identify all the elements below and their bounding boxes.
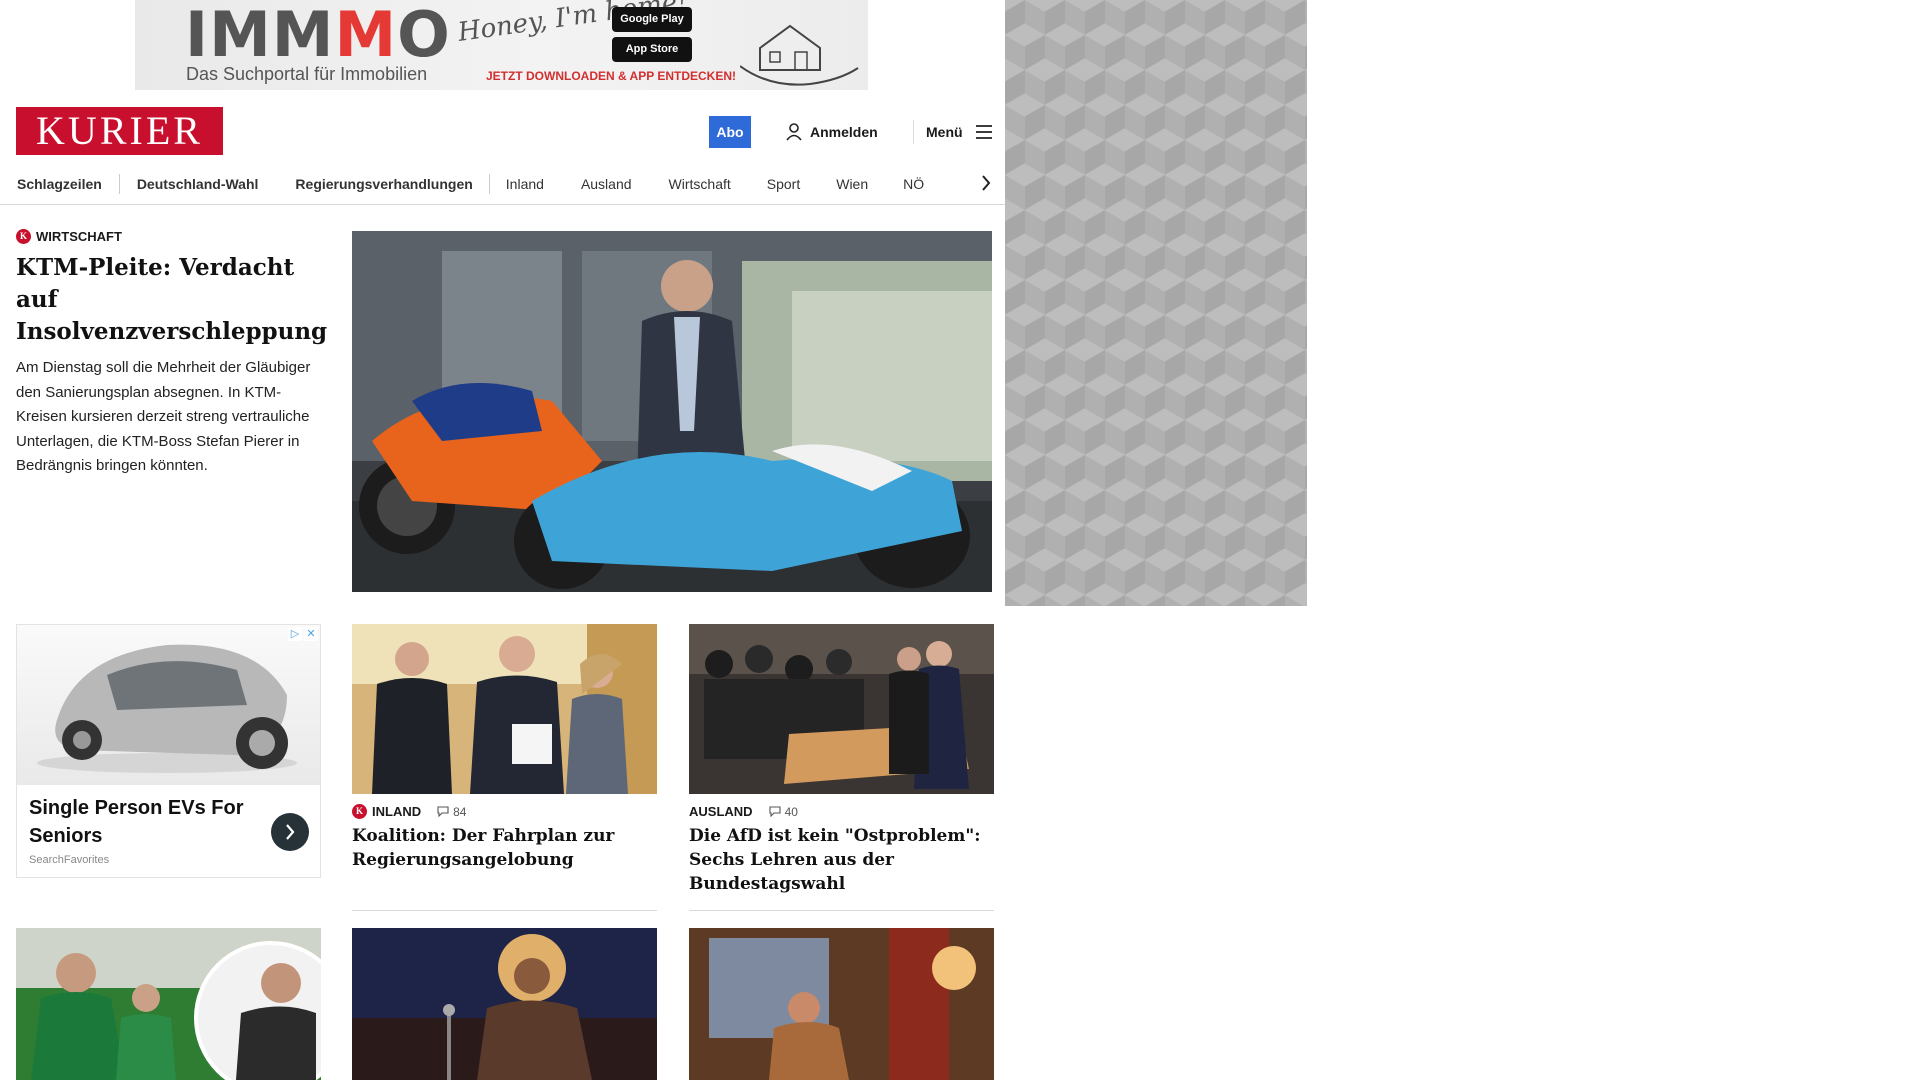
nav-item-wirtschaft[interactable]: Wirtschaft [669, 176, 731, 192]
hero-photo [352, 231, 992, 592]
ad-go-button[interactable] [271, 813, 309, 851]
nav-scroll-right-button[interactable] [972, 168, 1000, 198]
article-title[interactable]: Koalition: Der Fahrplan zur Regierungsan… [352, 824, 657, 872]
article-image [689, 624, 994, 794]
comment-count-value: 84 [453, 804, 467, 819]
kurier-plus-icon: K [352, 804, 367, 819]
login-label: Anmelden [810, 124, 878, 140]
kurier-logo[interactable]: KURIER [16, 107, 223, 155]
ad-info-icon[interactable]: ▷ [288, 627, 302, 641]
menu-button[interactable]: Menü [926, 116, 993, 148]
nav-item-noe[interactable]: NÖ [903, 176, 924, 192]
hero-kicker: K WIRTSCHAFT [16, 229, 321, 244]
nav-item-regierungsverhandlungen[interactable]: Regierungsverhandlungen [295, 176, 472, 192]
abo-button[interactable]: Abo [709, 116, 751, 148]
site-header: KURIER Abo Anmelden Menü [0, 100, 1005, 160]
card-divider [352, 910, 657, 911]
comment-count[interactable]: 40 [769, 805, 798, 819]
article-card[interactable]: K INLAND 84 Koalition: Der Fahrplan zur … [352, 624, 657, 872]
nav-item-sport[interactable]: Sport [767, 176, 800, 192]
menu-label: Menü [926, 124, 963, 140]
woman-reading-photo [689, 928, 994, 1080]
chevron-right-icon [286, 824, 295, 840]
user-icon [786, 123, 802, 141]
ad-title[interactable]: Single Person EVs For Seniors [29, 794, 249, 850]
nav-item-inland[interactable]: Inland [506, 176, 544, 192]
nav-item-ausland[interactable]: Ausland [581, 176, 632, 192]
google-play-badge[interactable]: Google Play [612, 7, 692, 32]
comment-count-value: 40 [784, 804, 798, 819]
login-button[interactable]: Anmelden [786, 116, 878, 148]
article-meta: AUSLAND 40 [689, 804, 994, 819]
article-title[interactable]: Die AfD ist kein "Ostproblem": Sechs Leh… [689, 824, 994, 896]
nav-item-deutschland-wahl[interactable]: Deutschland-Wahl [137, 176, 259, 192]
article-category: INLAND [372, 804, 422, 819]
football-photo [16, 928, 321, 1080]
nav-item-wien[interactable]: Wien [836, 176, 868, 192]
nav-item-schlagzeilen[interactable]: Schlagzeilen [17, 176, 102, 192]
kurier-plus-icon: K [16, 229, 31, 244]
banner-logo: IMMMO [185, 0, 451, 71]
article-image-lifestyle[interactable] [689, 928, 994, 1080]
hero-image[interactable] [352, 231, 992, 592]
nav-divider [488, 173, 490, 194]
banner-tagline: Das Suchportal für Immobilien [186, 64, 428, 84]
article-image [352, 624, 657, 794]
house-hand-illustration [740, 24, 859, 86]
article-card[interactable]: AUSLAND 40 Die AfD ist kein "Ostproblem"… [689, 624, 994, 896]
afd-press-photo [689, 624, 994, 794]
ad-source: SearchFavorites [29, 854, 110, 866]
banner-cta: JETZT DOWNLOADEN & APP ENTDECKEN! [486, 69, 737, 83]
hero-article[interactable]: K WIRTSCHAFT KTM-Pleite: Verdacht auf In… [16, 229, 327, 479]
hamburger-icon [975, 125, 992, 139]
header-divider [913, 120, 914, 144]
hero-teaser: Am Dienstag soll die Mehrheit der Gläubi… [16, 359, 311, 474]
comment-icon [769, 806, 781, 817]
article-category: AUSLAND [689, 804, 753, 819]
article-meta: K INLAND 84 [352, 804, 657, 819]
comment-count[interactable]: 84 [437, 805, 466, 819]
comment-icon [437, 806, 449, 817]
ev-vehicle-illustration [37, 644, 297, 773]
sponsored-ad-card[interactable]: ▷ ✕ Single Person EVs For Seniors Search… [16, 624, 321, 878]
hero-title[interactable]: KTM-Pleite: Verdacht auf Insolvenzversch… [16, 252, 327, 348]
ad-close-icon[interactable]: ✕ [304, 627, 318, 641]
singer-photo [352, 928, 657, 1080]
ad-image: ▷ ✕ [17, 625, 320, 785]
card-divider [689, 910, 994, 911]
article-image-concert[interactable] [352, 928, 657, 1080]
ad-choices[interactable]: ▷ ✕ [288, 627, 318, 641]
chevron-right-icon [982, 175, 991, 191]
top-banner-ad[interactable]: IMMMO Das Suchportal für Immobilien Hone… [135, 0, 868, 90]
section-nav: Schlagzeilen Deutschland-Wahl Regierungs… [0, 163, 1005, 205]
article-image-sport[interactable] [16, 928, 321, 1080]
koalition-photo [352, 624, 657, 794]
side-pattern-background [1005, 0, 1307, 606]
hero-category: WIRTSCHAFT [36, 229, 122, 244]
app-store-badge[interactable]: App Store [612, 37, 692, 62]
nav-divider [118, 173, 120, 194]
